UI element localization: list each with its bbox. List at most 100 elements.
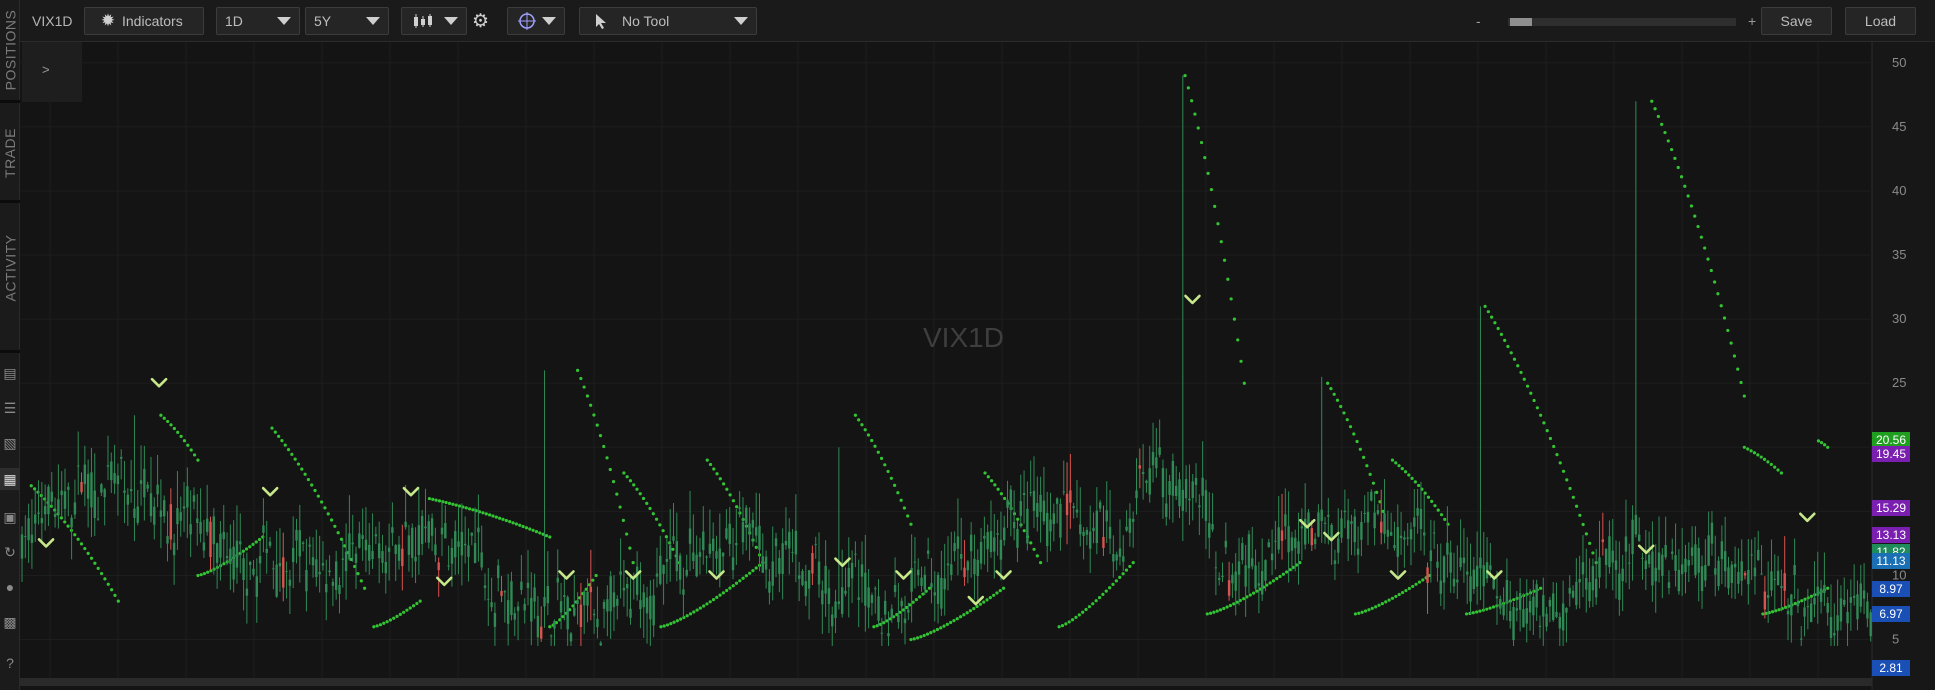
- symbol-label[interactable]: VIX1D: [32, 13, 72, 29]
- candle-body: [182, 506, 186, 509]
- sar-dot: [972, 606, 976, 611]
- sar-dot: [286, 448, 291, 452]
- candle-body: [1198, 505, 1201, 508]
- grid-chart-icon[interactable]: ▦: [0, 468, 20, 490]
- candle-body: [206, 518, 209, 532]
- candle-body: [483, 585, 487, 588]
- candle-body: [1105, 510, 1108, 522]
- candle-body: [404, 521, 407, 528]
- candle-body: [1776, 570, 1780, 586]
- candle-body: [887, 633, 890, 637]
- list-icon[interactable]: ☰: [0, 397, 20, 419]
- candle-body: [530, 597, 533, 622]
- report-icon[interactable]: ▤: [0, 362, 20, 384]
- sar-dot: [992, 593, 996, 597]
- candle-body: [1727, 567, 1730, 589]
- chart-type-select[interactable]: [401, 7, 467, 35]
- sar-dot: [872, 625, 876, 629]
- candle-body: [1680, 564, 1684, 575]
- sar-dot: [1478, 609, 1482, 613]
- indicators-button[interactable]: ✹ Indicators: [84, 7, 204, 35]
- layout-icon[interactable]: ▣: [0, 506, 20, 528]
- positions-panel-toggle[interactable]: >: [22, 42, 82, 102]
- sar-dot: [392, 616, 396, 620]
- tv-icon[interactable]: ▧: [0, 432, 20, 454]
- tab-positions[interactable]: POSITIONS: [0, 0, 20, 100]
- sar-dot: [1485, 607, 1489, 611]
- sar-dot: [863, 428, 867, 432]
- candle-body: [1300, 526, 1304, 529]
- candle-body: [463, 543, 467, 546]
- calendar-icon[interactable]: ▩: [0, 611, 20, 633]
- crosshair-select[interactable]: [507, 7, 565, 35]
- sar-dot: [405, 608, 409, 612]
- price-chart[interactable]: 5101520253035404550: [20, 42, 1935, 690]
- sar-dot: [1503, 338, 1507, 342]
- candle-body: [1647, 554, 1651, 564]
- y-tick-label: 45: [1892, 119, 1906, 134]
- sar-dot: [665, 623, 670, 627]
- zoom-slider-thumb[interactable]: [1510, 18, 1532, 26]
- candle-body: [490, 602, 493, 608]
- candle-body: [989, 531, 993, 553]
- sar-dot: [1067, 620, 1071, 624]
- chart-horizontal-scrollbar[interactable]: [20, 678, 1872, 686]
- range-select[interactable]: 5Y: [305, 7, 389, 35]
- settings-icon[interactable]: ⚙: [472, 10, 489, 33]
- sar-dot: [385, 620, 389, 624]
- sar-dot: [1509, 351, 1513, 355]
- candle-body: [1674, 555, 1677, 571]
- sar-dot: [116, 599, 120, 603]
- zoom-out-button[interactable]: -: [1476, 13, 1481, 29]
- sar-dot: [1588, 541, 1592, 545]
- history-icon[interactable]: ↻: [0, 541, 20, 563]
- price-tag: 13.13: [1872, 527, 1910, 544]
- sar-dot: [504, 518, 508, 523]
- candle-body: [788, 531, 791, 549]
- candle-body: [1168, 481, 1171, 495]
- load-button[interactable]: Load: [1845, 7, 1916, 35]
- candle-body: [123, 490, 126, 493]
- candle-body: [979, 541, 983, 564]
- zoom-slider[interactable]: [1508, 18, 1736, 26]
- candle-body: [1459, 557, 1462, 568]
- candle-body: [1442, 556, 1446, 583]
- candle-body: [592, 613, 596, 616]
- sar-dot: [1326, 381, 1330, 385]
- sar-dot: [675, 619, 679, 623]
- sar-dot: [1819, 441, 1824, 445]
- sar-dot: [664, 535, 668, 539]
- sar-dot: [1108, 586, 1112, 590]
- candle-body: [1452, 578, 1456, 587]
- candle-body: [252, 568, 255, 575]
- drawing-tool-select[interactable]: No Tool: [579, 7, 757, 35]
- save-button[interactable]: Save: [1761, 7, 1832, 35]
- candle-body: [1128, 518, 1132, 533]
- sar-dot: [921, 592, 925, 596]
- candle-body: [1280, 530, 1284, 541]
- candle-body: [351, 542, 354, 545]
- y-tick-label: 35: [1892, 247, 1906, 262]
- sar-dot: [1239, 359, 1243, 363]
- sar-dot: [899, 498, 903, 502]
- candle-body: [1426, 567, 1429, 583]
- candle-body: [500, 590, 503, 596]
- zoom-in-button[interactable]: +: [1748, 13, 1756, 29]
- candle-body: [1694, 544, 1697, 576]
- sar-dot: [635, 487, 639, 491]
- sar-dot: [1421, 578, 1425, 582]
- sar-dot: [1209, 187, 1213, 192]
- people-icon[interactable]: ●: [0, 576, 20, 598]
- sidebar-divider: [0, 200, 20, 203]
- candle-body: [67, 486, 70, 490]
- candle-body: [1254, 565, 1257, 589]
- tab-trade[interactable]: TRADE: [0, 105, 20, 200]
- sar-dot: [1057, 625, 1061, 629]
- chevron-down-icon: [444, 17, 458, 25]
- candle-body: [1641, 557, 1644, 559]
- tab-activity[interactable]: ACTIVITY: [0, 205, 20, 330]
- indicators-label: Indicators: [122, 13, 183, 29]
- candle-body: [1723, 551, 1727, 572]
- help-icon[interactable]: ?: [0, 652, 20, 674]
- interval-select[interactable]: 1D: [216, 7, 300, 35]
